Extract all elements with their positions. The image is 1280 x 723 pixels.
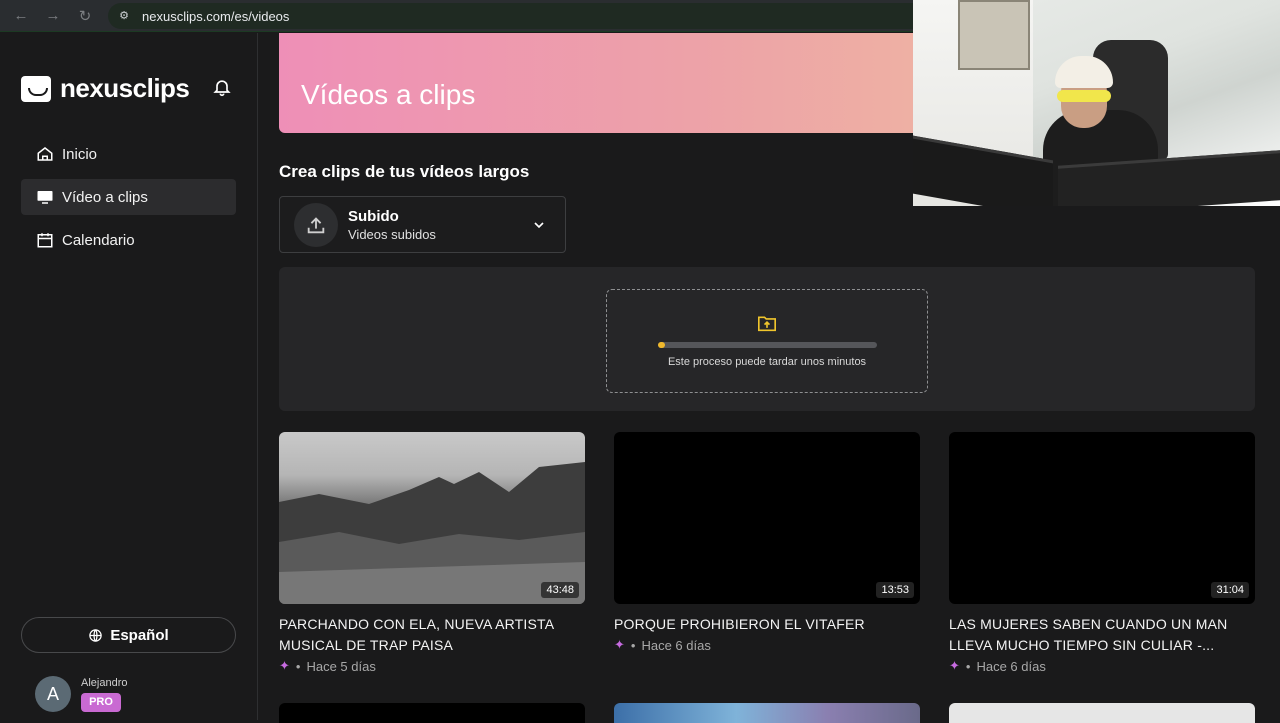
bell-icon[interactable] bbox=[212, 77, 232, 97]
globe-icon bbox=[89, 628, 103, 642]
video-thumbnail[interactable]: 31:04 bbox=[949, 432, 1255, 604]
sidebar-item-inicio[interactable]: Inicio bbox=[21, 136, 236, 172]
site-settings-icon[interactable]: ⚙ bbox=[116, 8, 132, 24]
video-meta: ✦ • Hace 6 días bbox=[614, 637, 711, 653]
url-text[interactable]: nexusclips.com/es/videos bbox=[142, 9, 289, 24]
reload-icon[interactable]: ↻ bbox=[76, 7, 94, 25]
video-meta: ✦ • Hace 5 días bbox=[279, 658, 376, 674]
monitor-icon bbox=[37, 191, 53, 204]
video-duration: 31:04 bbox=[1211, 582, 1249, 598]
upload-dropzone[interactable]: Este proceso puede tardar unos minutos bbox=[606, 289, 928, 393]
home-icon bbox=[37, 147, 53, 161]
folder-upload-icon bbox=[758, 316, 776, 332]
forward-arrow-icon[interactable]: → bbox=[44, 7, 62, 25]
sidebar-menu: Inicio Vídeo a clips Calendario bbox=[21, 136, 236, 265]
sidebar-item-video-a-clips[interactable]: Vídeo a clips bbox=[21, 179, 236, 215]
video-thumbnail-partial[interactable] bbox=[279, 703, 585, 723]
video-age: Hace 6 días bbox=[641, 637, 711, 653]
language-label: Español bbox=[110, 626, 169, 644]
sidebar-item-calendario[interactable]: Calendario bbox=[21, 222, 236, 258]
video-thumbnail[interactable]: 43:48 bbox=[279, 432, 585, 604]
sidebar: nexusclips Inicio Vídeo a clips Calendar… bbox=[0, 33, 258, 720]
video-thumbnail[interactable]: 13:53 bbox=[614, 432, 920, 604]
browser-nav: ← → ↻ bbox=[12, 7, 94, 25]
logo-mark-icon bbox=[21, 75, 51, 102]
page-title: Vídeos a clips bbox=[301, 79, 476, 110]
sparkle-icon: ✦ bbox=[949, 658, 960, 673]
video-title[interactable]: PORQUE PROHIBIERON EL VITAFER bbox=[614, 614, 920, 635]
sparkle-icon: ✦ bbox=[614, 637, 625, 652]
webcam-overlay bbox=[913, 0, 1280, 206]
video-card[interactable]: 31:04 LAS MUJERES SABEN CUANDO UN MAN LL… bbox=[949, 432, 1255, 674]
logo[interactable]: nexusclips bbox=[21, 73, 190, 104]
video-duration: 43:48 bbox=[541, 582, 579, 598]
video-card[interactable]: 13:53 PORQUE PROHIBIERON EL VITAFER ✦ • … bbox=[614, 432, 920, 653]
language-selector[interactable]: Español bbox=[21, 617, 236, 653]
back-arrow-icon[interactable]: ← bbox=[12, 7, 30, 25]
video-thumbnail-partial[interactable] bbox=[614, 703, 920, 723]
source-selector[interactable]: Subido Videos subidos bbox=[279, 196, 566, 253]
sparkle-icon: ✦ bbox=[279, 658, 290, 673]
pro-badge: PRO bbox=[81, 692, 121, 712]
upload-progress-bar bbox=[658, 342, 877, 348]
chevron-down-icon[interactable] bbox=[531, 217, 547, 233]
video-card[interactable]: 43:48 PARCHANDO CON ELA, NUEVA ARTISTA M… bbox=[279, 432, 585, 674]
video-age: Hace 5 días bbox=[306, 658, 376, 674]
user-name: Alejandro bbox=[81, 676, 128, 689]
section-title: Crea clips de tus vídeos largos bbox=[279, 162, 530, 181]
video-title[interactable]: PARCHANDO CON ELA, NUEVA ARTISTA MUSICAL… bbox=[279, 614, 585, 656]
sidebar-item-label: Calendario bbox=[62, 231, 135, 249]
calendar-icon bbox=[37, 233, 53, 248]
video-title[interactable]: LAS MUJERES SABEN CUANDO UN MAN LLEVA MU… bbox=[949, 614, 1255, 656]
sidebar-item-label: Vídeo a clips bbox=[62, 188, 148, 206]
upload-status-message: Este proceso puede tardar unos minutos bbox=[667, 356, 867, 368]
video-meta: ✦ • Hace 6 días bbox=[949, 658, 1046, 674]
source-selector-subtitle: Videos subidos bbox=[348, 226, 436, 242]
user-profile[interactable]: A Alejandro PRO bbox=[35, 676, 127, 712]
video-thumbnail-partial[interactable] bbox=[949, 703, 1255, 723]
logo-text: nexusclips bbox=[60, 73, 190, 103]
upload-panel: Este proceso puede tardar unos minutos bbox=[279, 267, 1255, 411]
avatar[interactable]: A bbox=[35, 676, 71, 712]
address-bar[interactable]: ⚙ nexusclips.com/es/videos bbox=[108, 3, 928, 29]
sidebar-item-label: Inicio bbox=[62, 145, 98, 163]
upload-progress-fill bbox=[658, 342, 665, 348]
upload-icon bbox=[294, 202, 338, 247]
source-selector-title: Subido bbox=[348, 207, 399, 225]
landscape-thumbnail-image bbox=[279, 462, 585, 604]
video-age: Hace 6 días bbox=[976, 658, 1046, 674]
video-duration: 13:53 bbox=[876, 582, 914, 598]
